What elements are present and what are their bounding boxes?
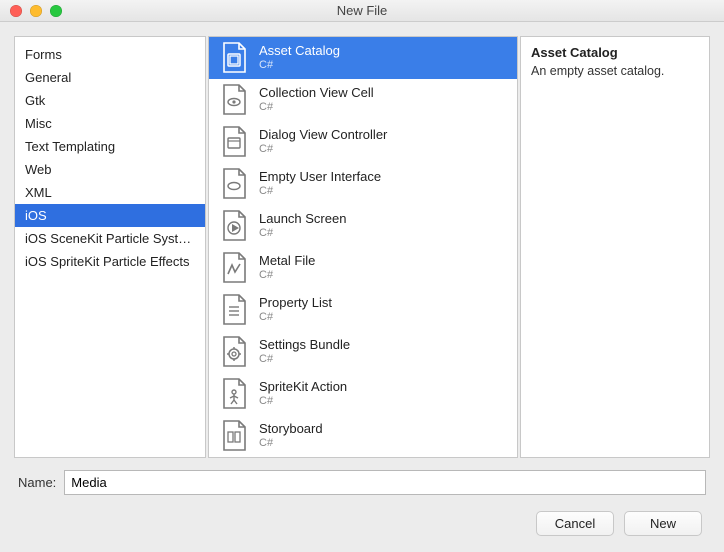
template-item[interactable]: StoryboardC# (209, 415, 517, 457)
template-label: Settings Bundle (259, 338, 350, 353)
category-item[interactable]: XML (15, 181, 205, 204)
template-item[interactable]: Collection View CellC# (209, 79, 517, 121)
template-sublabel: C# (259, 185, 381, 198)
description-body: An empty asset catalog. (531, 64, 699, 78)
launch-screen-icon (219, 211, 249, 241)
button-row: Cancel New (14, 507, 710, 546)
new-button[interactable]: New (624, 511, 702, 536)
template-item[interactable]: Launch ScreenC# (209, 205, 517, 247)
description-panel: Asset Catalog An empty asset catalog. (520, 36, 710, 458)
template-sublabel: C# (259, 353, 350, 366)
template-sublabel: C# (259, 143, 387, 156)
template-item[interactable]: SpriteKit ActionC# (209, 373, 517, 415)
empty-ui-icon (219, 169, 249, 199)
panels: FormsGeneralGtkMiscText TemplatingWebXML… (14, 36, 710, 458)
template-item[interactable]: Settings BundleC# (209, 331, 517, 373)
name-input[interactable] (64, 470, 706, 495)
category-list: FormsGeneralGtkMiscText TemplatingWebXML… (15, 37, 205, 273)
new-file-window: New File FormsGeneralGtkMiscText Templat… (0, 0, 724, 552)
name-label: Name: (18, 475, 56, 490)
template-sublabel: C# (259, 437, 323, 450)
category-item[interactable]: General (15, 66, 205, 89)
template-label: Property List (259, 296, 332, 311)
template-label: Dialog View Controller (259, 128, 387, 143)
property-list-icon (219, 295, 249, 325)
template-item[interactable]: Empty User InterfaceC# (209, 163, 517, 205)
category-item[interactable]: iOS (15, 204, 205, 227)
name-row: Name: (14, 470, 710, 495)
template-sublabel: C# (259, 269, 315, 282)
category-panel: FormsGeneralGtkMiscText TemplatingWebXML… (14, 36, 206, 458)
category-item[interactable]: Misc (15, 112, 205, 135)
template-panel: Asset CatalogC# Collection View CellC# D… (208, 36, 518, 458)
template-list[interactable]: Asset CatalogC# Collection View CellC# D… (209, 37, 517, 457)
category-item[interactable]: Text Templating (15, 135, 205, 158)
template-sublabel: C# (259, 227, 346, 240)
view-cell-icon (219, 85, 249, 115)
template-label: Metal File (259, 254, 315, 269)
window-title: New File (0, 3, 724, 18)
template-label: Storyboard (259, 422, 323, 437)
category-item[interactable]: Web (15, 158, 205, 181)
template-sublabel: C# (259, 59, 340, 72)
category-item[interactable]: iOS SceneKit Particle Systems (15, 227, 205, 250)
zoom-window-button[interactable] (50, 5, 62, 17)
minimize-window-button[interactable] (30, 5, 42, 17)
template-item[interactable]: Property ListC# (209, 289, 517, 331)
category-item[interactable]: iOS SpriteKit Particle Effects (15, 250, 205, 273)
category-item[interactable]: Gtk (15, 89, 205, 112)
close-window-button[interactable] (10, 5, 22, 17)
template-label: SpriteKit Action (259, 380, 347, 395)
dialog-controller-icon (219, 127, 249, 157)
titlebar: New File (0, 0, 724, 22)
asset-catalog-icon (219, 43, 249, 73)
window-controls (10, 5, 62, 17)
settings-bundle-icon (219, 337, 249, 367)
template-sublabel: C# (259, 311, 332, 324)
content: FormsGeneralGtkMiscText TemplatingWebXML… (0, 22, 724, 552)
template-label: Asset Catalog (259, 44, 340, 59)
template-item[interactable]: Dialog View ControllerC# (209, 121, 517, 163)
template-label: Collection View Cell (259, 86, 374, 101)
spritekit-action-icon (219, 379, 249, 409)
description-title: Asset Catalog (531, 45, 699, 60)
category-item[interactable]: Forms (15, 43, 205, 66)
template-sublabel: C# (259, 395, 347, 408)
template-label: Empty User Interface (259, 170, 381, 185)
template-sublabel: C# (259, 101, 374, 114)
template-item[interactable]: Metal FileC# (209, 247, 517, 289)
template-item[interactable]: Asset CatalogC# (209, 37, 517, 79)
cancel-button[interactable]: Cancel (536, 511, 614, 536)
storyboard-icon (219, 421, 249, 451)
metal-file-icon (219, 253, 249, 283)
template-label: Launch Screen (259, 212, 346, 227)
